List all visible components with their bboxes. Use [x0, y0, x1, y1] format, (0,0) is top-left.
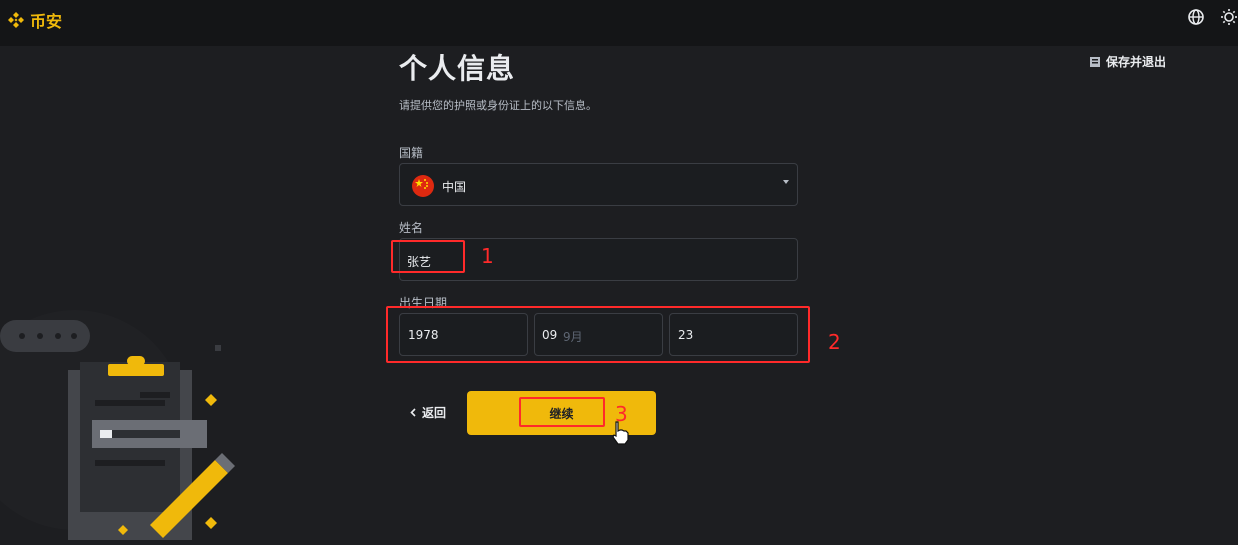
annotation-number-3: 3: [615, 402, 628, 426]
document-illustration: [0, 310, 235, 540]
page-title: 个人信息: [399, 52, 516, 85]
save-exit-button[interactable]: 保存并退出: [1090, 53, 1166, 70]
annotation-box-dob: [386, 306, 810, 363]
chevron-left-icon: [410, 408, 416, 417]
annotation-number-1: 1: [481, 244, 494, 268]
chevron-down-icon: [783, 180, 789, 184]
save-icon: [1090, 56, 1100, 67]
nationality-label: 国籍: [399, 146, 424, 160]
name-label: 姓名: [399, 221, 424, 235]
top-bar: 币安: [0, 0, 1238, 46]
nationality-value: 中国: [442, 180, 467, 194]
page-subtitle: 请提供您的护照或身份证上的以下信息。: [399, 99, 597, 112]
theme-icon[interactable]: [1220, 8, 1238, 26]
globe-icon[interactable]: [1187, 8, 1205, 26]
logo-text: 币安: [30, 12, 63, 31]
china-flag-icon: [412, 175, 434, 197]
back-label: 返回: [422, 406, 447, 420]
annotation-box-name: [391, 240, 465, 273]
logo[interactable]: 币安: [6, 8, 62, 32]
back-button[interactable]: 返回: [410, 404, 446, 421]
save-exit-label: 保存并退出: [1106, 55, 1167, 69]
annotation-number-2: 2: [828, 330, 841, 354]
nationality-select[interactable]: 中国: [399, 163, 798, 206]
annotation-box-continue: [519, 397, 605, 427]
binance-logo-icon: [8, 12, 24, 28]
